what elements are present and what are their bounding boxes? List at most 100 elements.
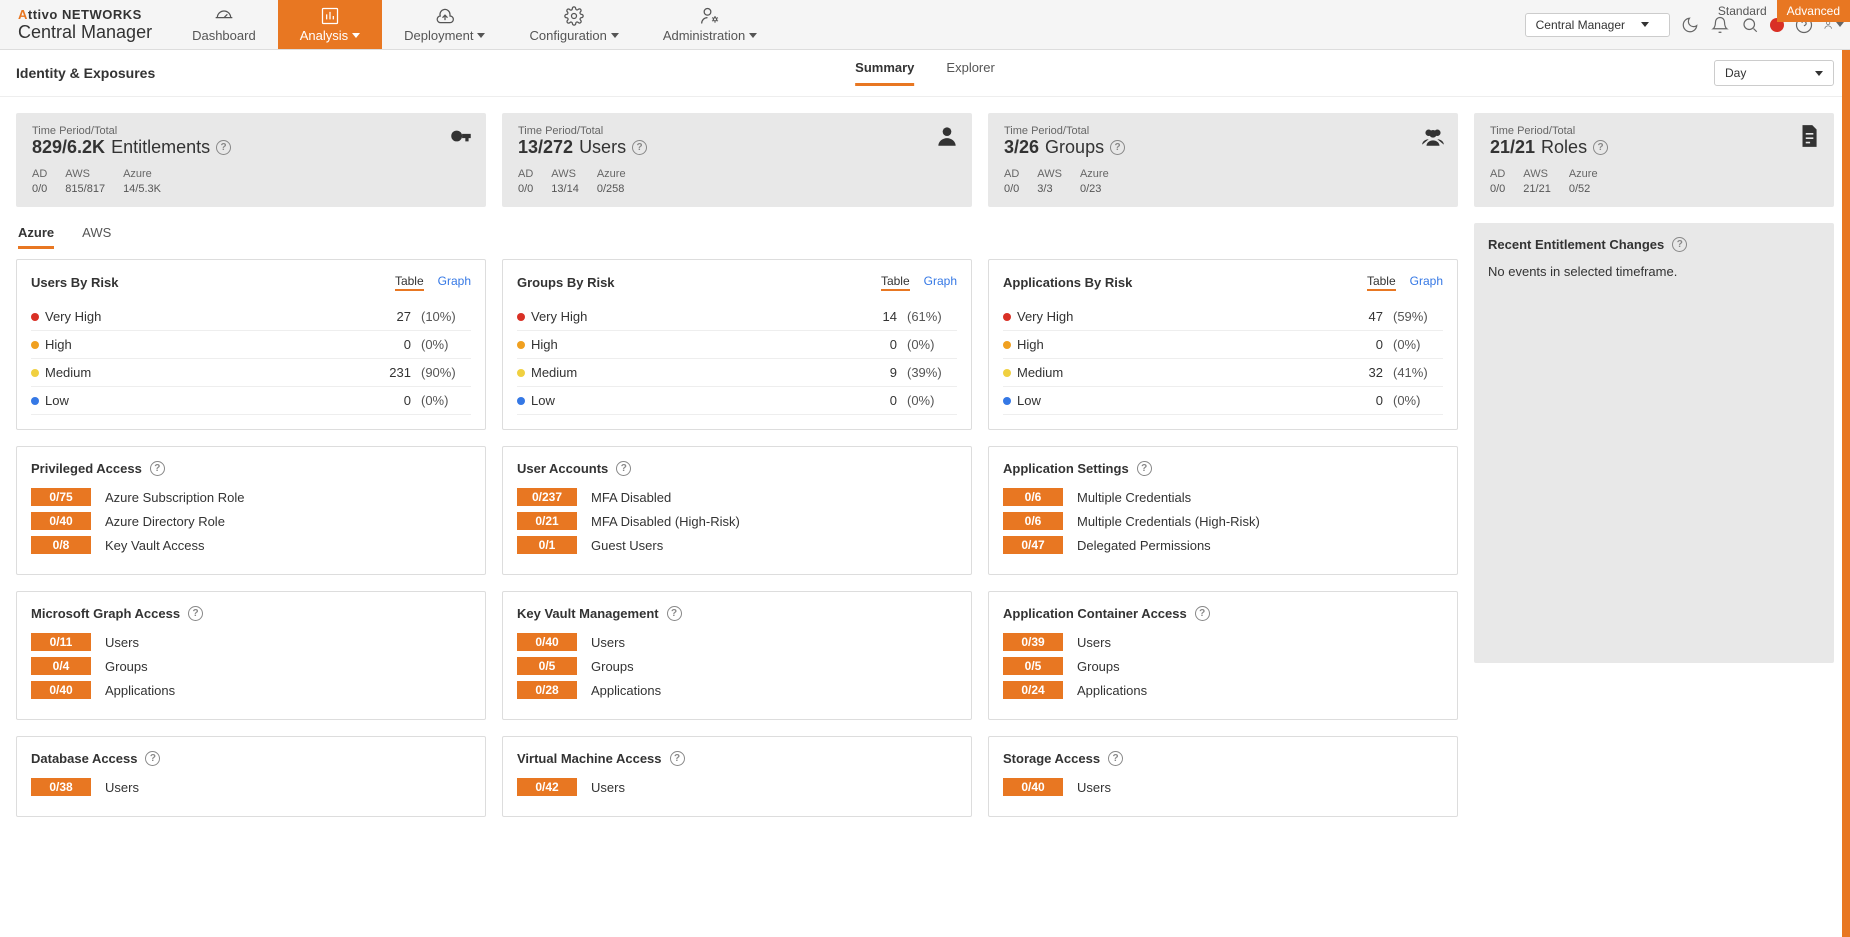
stat-unit: Groups bbox=[1045, 137, 1104, 158]
risk-row[interactable]: Low 0 (0%) bbox=[31, 387, 471, 415]
stat-sub-header: AD bbox=[518, 168, 533, 180]
risk-label: Low bbox=[1017, 393, 1333, 408]
detail-item[interactable]: 0/40 Applications bbox=[31, 681, 471, 699]
risk-row[interactable]: Very High 47 (59%) bbox=[1003, 303, 1443, 331]
detail-item[interactable]: 0/40 Users bbox=[517, 633, 957, 651]
risk-dot-icon bbox=[1003, 341, 1011, 349]
detail-item[interactable]: 0/42 Users bbox=[517, 778, 957, 796]
stat-card-users[interactable]: Time Period/Total 13/272 Users ? AD0/0AW… bbox=[502, 113, 972, 207]
view-table-toggle[interactable]: Table bbox=[395, 274, 424, 291]
detail-item[interactable]: 0/8 Key Vault Access bbox=[31, 536, 471, 554]
risk-row[interactable]: Low 0 (0%) bbox=[517, 387, 957, 415]
detail-badge: 0/21 bbox=[517, 512, 577, 530]
risk-row[interactable]: High 0 (0%) bbox=[31, 331, 471, 359]
nav-tab-deployment[interactable]: Deployment bbox=[382, 0, 507, 49]
detail-item[interactable]: 0/75 Azure Subscription Role bbox=[31, 488, 471, 506]
detail-item[interactable]: 0/21 MFA Disabled (High-Risk) bbox=[517, 512, 957, 530]
scrollbar[interactable] bbox=[1842, 50, 1850, 937]
view-table-toggle[interactable]: Table bbox=[1367, 274, 1396, 291]
view-graph-toggle[interactable]: Graph bbox=[438, 274, 471, 291]
detail-label: Users bbox=[105, 780, 139, 795]
detail-item[interactable]: 0/47 Delegated Permissions bbox=[1003, 536, 1443, 554]
view-graph-toggle[interactable]: Graph bbox=[1410, 274, 1443, 291]
risk-row[interactable]: High 0 (0%) bbox=[517, 331, 957, 359]
panel-title: Application Settings ? bbox=[1003, 461, 1443, 476]
detail-item[interactable]: 0/5 Groups bbox=[1003, 657, 1443, 675]
nav-tab-analysis[interactable]: Analysis bbox=[278, 0, 382, 49]
nav-tab-configuration[interactable]: Configuration bbox=[507, 0, 640, 49]
detail-badge: 0/6 bbox=[1003, 512, 1063, 530]
brand-part3: NETWORKS bbox=[58, 7, 142, 22]
risk-row[interactable]: Medium 231 (90%) bbox=[31, 359, 471, 387]
risk-row[interactable]: Medium 9 (39%) bbox=[517, 359, 957, 387]
nav-tab-administration[interactable]: Administration bbox=[641, 0, 779, 49]
detail-item[interactable]: 0/1 Guest Users bbox=[517, 536, 957, 554]
help-circle-icon[interactable]: ? bbox=[1593, 140, 1608, 155]
help-circle-icon[interactable]: ? bbox=[1108, 751, 1123, 766]
help-circle-icon[interactable]: ? bbox=[1195, 606, 1210, 621]
detail-label: Users bbox=[1077, 635, 1111, 650]
detail-badge: 0/38 bbox=[31, 778, 91, 796]
risk-row[interactable]: High 0 (0%) bbox=[1003, 331, 1443, 359]
risk-row[interactable]: Very High 27 (10%) bbox=[31, 303, 471, 331]
sub-tab-explorer[interactable]: Explorer bbox=[946, 60, 994, 86]
view-graph-toggle[interactable]: Graph bbox=[924, 274, 957, 291]
stat-card-roles[interactable]: Time Period/Total 21/21 Roles ? AD0/0AWS… bbox=[1474, 113, 1834, 207]
stat-sub-header: Azure bbox=[597, 168, 626, 180]
risk-count: 0 bbox=[847, 393, 897, 408]
detail-item[interactable]: 0/237 MFA Disabled bbox=[517, 488, 957, 506]
cloud-tab-aws[interactable]: AWS bbox=[82, 225, 111, 249]
help-circle-icon[interactable]: ? bbox=[667, 606, 682, 621]
manager-select[interactable]: Central Manager bbox=[1525, 13, 1670, 37]
risk-label: Very High bbox=[1017, 309, 1333, 324]
detail-item[interactable]: 0/6 Multiple Credentials (High-Risk) bbox=[1003, 512, 1443, 530]
sub-tab-summary[interactable]: Summary bbox=[855, 60, 914, 86]
stat-sub-header: AWS bbox=[551, 168, 579, 180]
risk-dot-icon bbox=[1003, 397, 1011, 405]
detail-item[interactable]: 0/40 Azure Directory Role bbox=[31, 512, 471, 530]
help-circle-icon[interactable]: ? bbox=[616, 461, 631, 476]
nav-tab-dashboard[interactable]: Dashboard bbox=[170, 0, 278, 49]
help-circle-icon[interactable]: ? bbox=[150, 461, 165, 476]
administration-icon bbox=[699, 6, 721, 26]
cloud-tab-azure[interactable]: Azure bbox=[18, 225, 54, 249]
detail-item[interactable]: 0/28 Applications bbox=[517, 681, 957, 699]
detail-item[interactable]: 0/5 Groups bbox=[517, 657, 957, 675]
help-circle-icon[interactable]: ? bbox=[216, 140, 231, 155]
risk-label: Medium bbox=[45, 365, 361, 380]
detail-item[interactable]: 0/40 Users bbox=[1003, 778, 1443, 796]
detail-item[interactable]: 0/11 Users bbox=[31, 633, 471, 651]
detail-item[interactable]: 0/24 Applications bbox=[1003, 681, 1443, 699]
mode-standard[interactable]: Standard bbox=[1708, 0, 1777, 22]
help-circle-icon[interactable]: ? bbox=[145, 751, 160, 766]
deployment-icon bbox=[434, 6, 456, 26]
risk-count: 32 bbox=[1333, 365, 1383, 380]
view-table-toggle[interactable]: Table bbox=[881, 274, 910, 291]
risk-row[interactable]: Low 0 (0%) bbox=[1003, 387, 1443, 415]
detail-item[interactable]: 0/39 Users bbox=[1003, 633, 1443, 651]
help-circle-icon[interactable]: ? bbox=[670, 751, 685, 766]
panel-title: Database Access ? bbox=[31, 751, 471, 766]
help-circle-icon[interactable]: ? bbox=[632, 140, 647, 155]
help-circle-icon[interactable]: ? bbox=[1672, 237, 1687, 252]
detail-badge: 0/40 bbox=[517, 633, 577, 651]
stat-card-groups[interactable]: Time Period/Total 3/26 Groups ? AD0/0AWS… bbox=[988, 113, 1458, 207]
caret-down-icon bbox=[749, 33, 757, 38]
time-range-select[interactable]: Day bbox=[1714, 60, 1834, 86]
stat-main-value: 21/21 bbox=[1490, 137, 1535, 158]
help-circle-icon[interactable]: ? bbox=[1137, 461, 1152, 476]
detail-item[interactable]: 0/38 Users bbox=[31, 778, 471, 796]
stat-card-entitlements[interactable]: Time Period/Total 829/6.2K Entitlements … bbox=[16, 113, 486, 207]
detail-badge: 0/24 bbox=[1003, 681, 1063, 699]
detail-item[interactable]: 0/6 Multiple Credentials bbox=[1003, 488, 1443, 506]
risk-row[interactable]: Medium 32 (41%) bbox=[1003, 359, 1443, 387]
detail-label: Users bbox=[105, 635, 139, 650]
risk-row[interactable]: Very High 14 (61%) bbox=[517, 303, 957, 331]
detail-item[interactable]: 0/4 Groups bbox=[31, 657, 471, 675]
mode-advanced[interactable]: Advanced bbox=[1777, 0, 1850, 22]
dashboard-icon bbox=[213, 6, 235, 26]
help-circle-icon[interactable]: ? bbox=[188, 606, 203, 621]
theme-toggle-icon[interactable] bbox=[1680, 15, 1700, 35]
help-circle-icon[interactable]: ? bbox=[1110, 140, 1125, 155]
risk-percent: (0%) bbox=[1383, 337, 1443, 352]
